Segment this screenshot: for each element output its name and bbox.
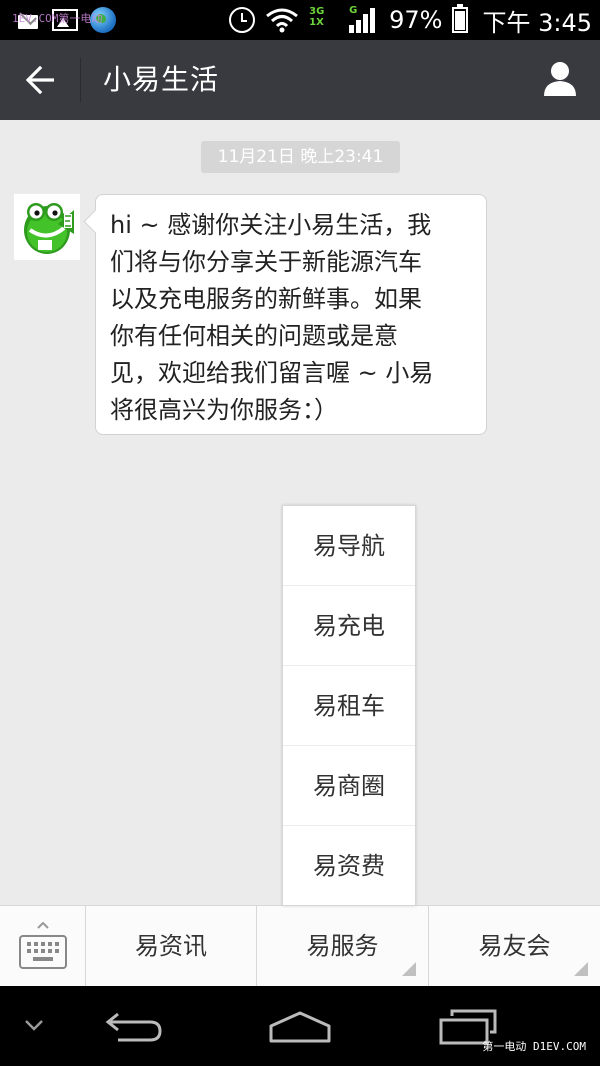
message-line: 将很高兴为你服务：） — [110, 396, 338, 424]
message-line: 见，欢迎给我们留言喔 ~ 小易 — [110, 359, 434, 387]
user-icon — [544, 62, 576, 96]
submenu-indicator-icon — [402, 962, 416, 976]
bottom-menu-bar: 易资讯 易服务 易友会 — [0, 905, 600, 986]
message-line: 你有任何相关的问题或是意 — [110, 322, 398, 350]
submenu-indicator-icon — [574, 962, 588, 976]
signal-type-label: G — [349, 5, 358, 16]
menu-button-label: 易资讯 — [135, 932, 207, 960]
menu-button-community[interactable]: 易友会 — [429, 906, 600, 986]
network-type-icon: 3G 1X — [309, 6, 339, 34]
watermark-bottom: 第一电动 D1EV.COM — [482, 1040, 586, 1053]
submenu-item-pricing[interactable]: 易资费 — [283, 826, 415, 906]
battery-percent: 97% — [389, 6, 443, 34]
title-divider — [80, 58, 81, 102]
clock: 下午 3:45 — [482, 8, 592, 37]
message-timestamp: 11月21日 晚上23:41 — [201, 141, 400, 173]
title-bar: 小易生活 — [0, 40, 600, 120]
keyboard-toggle-button[interactable] — [0, 906, 86, 986]
alarm-icon — [229, 7, 256, 33]
menu-button-label: 易友会 — [478, 932, 551, 960]
status-bar: 1EV.COM第一电动 3G 1X G 97% 下午 3:45 — [0, 0, 600, 40]
home-nav-icon[interactable] — [268, 1010, 332, 1044]
menu-button-label: 易服务 — [306, 932, 379, 960]
watermark-top: 1EV.COM第一电动 — [12, 12, 103, 25]
wifi-icon — [265, 6, 299, 34]
submenu-item-charging[interactable]: 易充电 — [283, 586, 415, 666]
message-bubble[interactable]: hi ~ 感谢你关注小易生活，我 们将与你分享关于新能源汽车 以及充电服务的新鲜… — [95, 194, 487, 435]
page-title: 小易生活 — [103, 63, 220, 96]
hide-keyboard-chevron-icon[interactable] — [24, 1018, 44, 1032]
menu-button-news[interactable]: 易资讯 — [86, 906, 257, 986]
frog-logo-icon — [24, 203, 74, 254]
network-type-top: 3G — [309, 6, 325, 17]
back-nav-icon[interactable] — [104, 1010, 164, 1044]
message-line: 们将与你分享关于新能源汽车 — [110, 248, 422, 276]
battery-icon — [452, 4, 469, 33]
account-avatar[interactable] — [14, 194, 80, 260]
back-button[interactable] — [0, 40, 80, 120]
profile-button[interactable] — [520, 40, 600, 120]
signal-strength-icon: G — [349, 5, 379, 33]
network-type-bottom: 1X — [309, 17, 324, 28]
back-arrow-icon — [26, 66, 54, 94]
message-line: hi ~ 感谢你关注小易生活，我 — [110, 211, 432, 239]
system-nav-bar: 第一电动 D1EV.COM — [0, 986, 600, 1066]
submenu-item-business-circle[interactable]: 易商圈 — [283, 746, 415, 826]
status-indicators: 3G 1X G 97% 下午 3:45 — [229, 0, 592, 40]
service-submenu: 易导航 易充电 易租车 易商圈 易资费 — [282, 505, 416, 906]
submenu-item-navigation[interactable]: 易导航 — [283, 506, 415, 586]
menu-button-service[interactable]: 易服务 — [257, 906, 429, 986]
keyboard-icon — [19, 922, 67, 969]
submenu-item-car-rental[interactable]: 易租车 — [283, 666, 415, 746]
message-line: 以及充电服务的新鲜事。如果 — [110, 285, 422, 313]
